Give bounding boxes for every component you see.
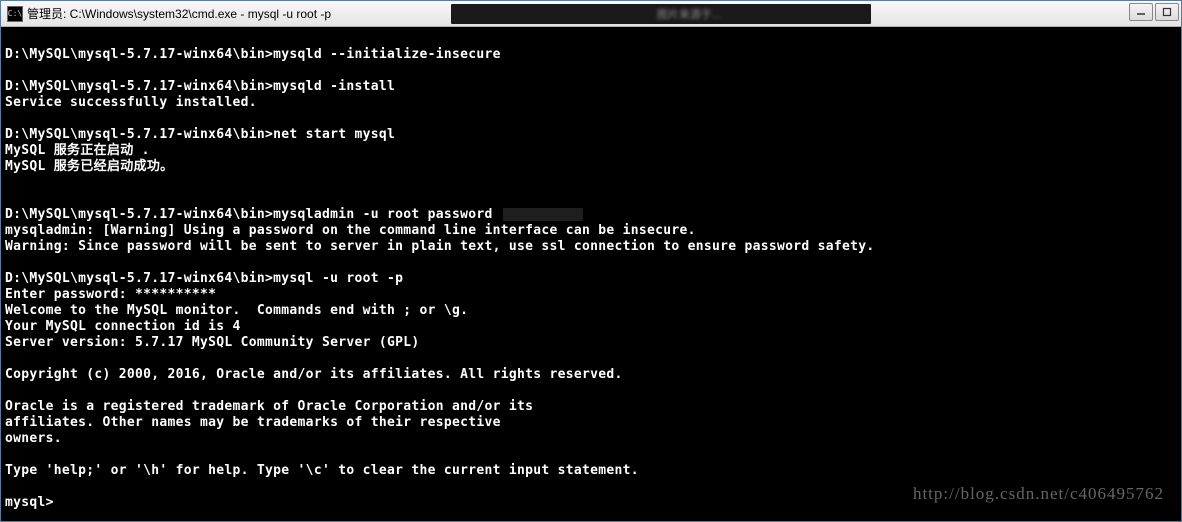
minimize-button[interactable]	[1129, 3, 1153, 21]
terminal-line	[5, 351, 1177, 367]
terminal-line	[5, 31, 1177, 47]
minimize-icon	[1136, 7, 1146, 17]
terminal-line	[5, 175, 1177, 191]
terminal-line: Warning: Since password will be sent to …	[5, 239, 1177, 255]
terminal-line: D:\MySQL\mysql-5.7.17-winx64\bin>mysqld …	[5, 79, 1177, 95]
terminal-line: D:\MySQL\mysql-5.7.17-winx64\bin>mysqlad…	[5, 207, 1177, 223]
terminal-line: Welcome to the MySQL monitor. Commands e…	[5, 303, 1177, 319]
terminal-line: Copyright (c) 2000, 2016, Oracle and/or …	[5, 367, 1177, 383]
terminal-line: Oracle is a registered trademark of Orac…	[5, 399, 1177, 415]
maximize-icon	[1162, 7, 1172, 17]
title-blur-text: 图片来源于...	[657, 6, 721, 22]
cmd-window: C:\ 管理员: C:\Windows\system32\cmd.exe - m…	[0, 0, 1182, 522]
maximize-button[interactable]	[1155, 3, 1179, 21]
terminal-line: Server version: 5.7.17 MySQL Community S…	[5, 335, 1177, 351]
cmd-icon: C:\	[7, 6, 23, 22]
terminal-line: Enter password: **********	[5, 287, 1177, 303]
watermark-text: http://blog.csdn.net/c406495762	[913, 484, 1164, 504]
terminal-line: Service successfully installed.	[5, 95, 1177, 111]
terminal-line	[5, 447, 1177, 463]
terminal-line	[5, 63, 1177, 79]
terminal-line: Your MySQL connection id is 4	[5, 319, 1177, 335]
terminal-line: Type 'help;' or '\h' for help. Type '\c'…	[5, 463, 1177, 479]
window-title: 管理员: C:\Windows\system32\cmd.exe - mysql…	[27, 5, 331, 22]
terminal-area[interactable]: D:\MySQL\mysql-5.7.17-winx64\bin>mysqld …	[1, 27, 1181, 521]
terminal-line	[5, 383, 1177, 399]
terminal-line	[5, 111, 1177, 127]
terminal-line: MySQL 服务已经启动成功。	[5, 159, 1177, 175]
terminal-line: MySQL 服务正在启动 .	[5, 143, 1177, 159]
redacted-password	[503, 208, 583, 221]
terminal-line: owners.	[5, 431, 1177, 447]
terminal-line: D:\MySQL\mysql-5.7.17-winx64\bin>net sta…	[5, 127, 1177, 143]
terminal-line	[5, 191, 1177, 207]
terminal-line: affiliates. Other names may be trademark…	[5, 415, 1177, 431]
titlebar[interactable]: C:\ 管理员: C:\Windows\system32\cmd.exe - m…	[1, 1, 1181, 27]
terminal-line: D:\MySQL\mysql-5.7.17-winx64\bin>mysql -…	[5, 271, 1177, 287]
terminal-line: D:\MySQL\mysql-5.7.17-winx64\bin>mysqld …	[5, 47, 1177, 63]
terminal-line: mysqladmin: [Warning] Using a password o…	[5, 223, 1177, 239]
terminal-line	[5, 255, 1177, 271]
title-blurred-area: 图片来源于...	[451, 4, 871, 24]
window-controls	[1129, 3, 1179, 21]
